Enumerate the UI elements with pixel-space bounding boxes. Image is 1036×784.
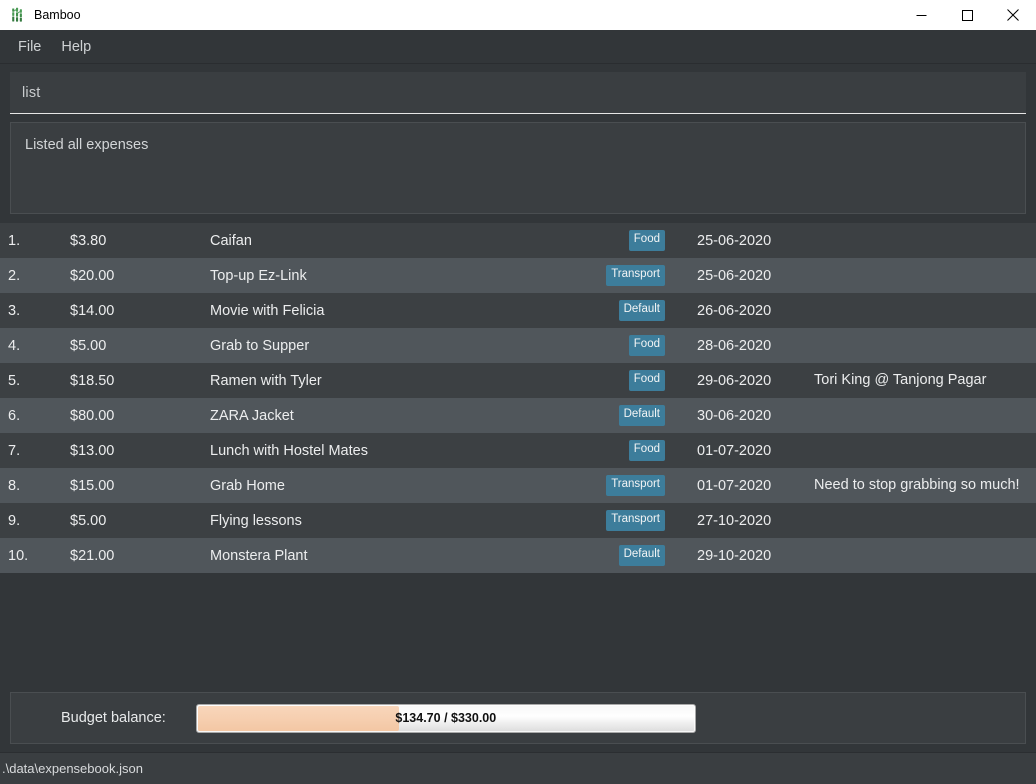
budget-progress-bar: $134.70 / $330.00	[195, 703, 696, 733]
result-display-text: Listed all expenses	[25, 137, 149, 153]
expense-index: 3.	[8, 302, 21, 319]
expense-tag-cell: Default	[559, 300, 669, 321]
expense-tag-badge: Transport	[606, 265, 665, 286]
status-bar-file-path: .\data\expensebook.json	[2, 761, 143, 776]
expense-tag-cell: Food	[559, 440, 669, 461]
budget-progress-text: $134.70 / $330.00	[395, 711, 497, 725]
expense-date: 27-10-2020	[697, 512, 772, 529]
result-display-container: Listed all expenses	[0, 114, 1036, 223]
expense-date: 29-06-2020	[697, 372, 772, 389]
window-controls	[898, 0, 1036, 30]
expense-tag-badge: Transport	[606, 510, 665, 531]
expense-date: 28-06-2020	[697, 337, 772, 354]
minimize-button[interactable]	[898, 0, 944, 30]
expense-description: Flying lessons	[210, 512, 302, 529]
expense-row[interactable]: 2. $20.00 Top-up Ez-Link Transport 25-06-202…	[0, 258, 1036, 293]
menu-item-file[interactable]: File	[8, 35, 51, 59]
window-title: Bamboo	[34, 8, 81, 22]
expense-tag-badge: Food	[628, 230, 665, 251]
application-window: Bamboo File Help list Listed all expense…	[0, 0, 1036, 784]
expense-row[interactable]: 3. $14.00 Movie with Felicia Default 26-06-2…	[0, 293, 1036, 328]
expense-tag-badge: Food	[628, 370, 665, 391]
expense-date: 26-06-2020	[697, 302, 772, 319]
command-box-container: list	[0, 64, 1036, 114]
expense-amount: $80.00	[70, 407, 115, 424]
expense-date: 01-07-2020	[697, 442, 772, 459]
expense-date: 01-07-2020	[697, 477, 772, 494]
expense-remark: Tori King @ Tanjong Pagar	[814, 371, 987, 388]
expense-row[interactable]: 4. $5.00 Grab to Supper Food 28-06-2020	[0, 328, 1036, 363]
expense-amount: $21.00	[70, 547, 115, 564]
expense-tag-badge: Food	[628, 440, 665, 461]
expense-tag-badge: Default	[618, 300, 665, 321]
expense-list-panel[interactable]: 1. $3.80 Caifan Food 25-06-2020 2. $20.00 Top-u…	[0, 223, 1036, 684]
close-button[interactable]	[990, 0, 1036, 30]
expense-description: Caifan	[210, 232, 252, 249]
expense-index: 9.	[8, 512, 21, 529]
expense-amount: $14.00	[70, 302, 115, 319]
expense-tag-cell: Transport	[559, 475, 669, 496]
expense-row[interactable]: 7. $13.00 Lunch with Hostel Mates Food 01-07…	[0, 433, 1036, 468]
expense-description: Grab to Supper	[210, 337, 310, 354]
budget-label: Budget balance:	[61, 710, 166, 726]
expense-row[interactable]: 6. $80.00 ZARA Jacket Default 30-06-2020	[0, 398, 1036, 433]
budget-container: Budget balance: $134.70 / $330.00	[0, 684, 1036, 752]
expense-description: ZARA Jacket	[210, 407, 294, 424]
expense-date: 25-06-2020	[697, 232, 772, 249]
expense-index: 1.	[8, 232, 21, 249]
expense-amount: $5.00	[70, 337, 107, 354]
expense-description: Grab Home	[210, 477, 285, 494]
expense-tag-cell: Default	[559, 405, 669, 426]
expense-date: 30-06-2020	[697, 407, 772, 424]
expense-row[interactable]: 5. $18.50 Ramen with Tyler Food 29-06-2020 To…	[0, 363, 1036, 398]
expense-tag-badge: Default	[618, 545, 665, 566]
expense-description: Movie with Felicia	[210, 302, 325, 319]
expense-amount: $13.00	[70, 442, 115, 459]
menu-bar: File Help	[0, 30, 1036, 64]
expense-index: 7.	[8, 442, 21, 459]
expense-tag-cell: Food	[559, 370, 669, 391]
expense-description: Lunch with Hostel Mates	[210, 442, 368, 459]
title-bar: Bamboo	[0, 0, 1036, 30]
expense-tag-badge: Default	[618, 405, 665, 426]
expense-description: Monstera Plant	[210, 547, 308, 564]
expense-date: 29-10-2020	[697, 547, 772, 564]
expense-amount: $20.00	[70, 267, 115, 284]
expense-tag-cell: Transport	[559, 265, 669, 286]
result-display: Listed all expenses	[10, 122, 1026, 214]
bamboo-icon	[9, 7, 25, 23]
expense-tag-badge: Transport	[606, 475, 665, 496]
expense-row[interactable]: 1. $3.80 Caifan Food 25-06-2020	[0, 223, 1036, 258]
expense-index: 6.	[8, 407, 21, 424]
command-input[interactable]: list	[10, 72, 1026, 114]
expense-list: 1. $3.80 Caifan Food 25-06-2020 2. $20.00 Top-u…	[0, 223, 1036, 573]
expense-index: 5.	[8, 372, 21, 389]
expense-date: 25-06-2020	[697, 267, 772, 284]
expense-description: Ramen with Tyler	[210, 372, 322, 389]
status-bar: .\data\expensebook.json	[0, 752, 1036, 784]
expense-row[interactable]: 9. $5.00 Flying lessons Transport 27-10-2020	[0, 503, 1036, 538]
expense-index: 4.	[8, 337, 21, 354]
maximize-button[interactable]	[944, 0, 990, 30]
menu-item-help[interactable]: Help	[51, 35, 101, 59]
expense-tag-cell: Default	[559, 545, 669, 566]
expense-tag-cell: Food	[559, 230, 669, 251]
expense-remark: Need to stop grabbing so much!	[814, 476, 1020, 493]
expense-amount: $18.50	[70, 372, 115, 389]
expense-amount: $3.80	[70, 232, 107, 249]
expense-description: Top-up Ez-Link	[210, 267, 307, 284]
command-input-value: list	[22, 84, 41, 101]
expense-index: 2.	[8, 267, 21, 284]
title-bar-left: Bamboo	[0, 7, 898, 23]
expense-tag-cell: Food	[559, 335, 669, 356]
expense-row[interactable]: 10. $21.00 Monstera Plant Default 29-10-2020	[0, 538, 1036, 573]
expense-amount: $5.00	[70, 512, 107, 529]
expense-tag-cell: Transport	[559, 510, 669, 531]
expense-row[interactable]: 8. $15.00 Grab Home Transport 01-07-2020 Need…	[0, 468, 1036, 503]
expense-amount: $15.00	[70, 477, 115, 494]
expense-index: 10.	[8, 547, 29, 564]
expense-index: 8.	[8, 477, 21, 494]
budget-panel: Budget balance: $134.70 / $330.00	[10, 692, 1026, 744]
expense-tag-badge: Food	[628, 335, 665, 356]
